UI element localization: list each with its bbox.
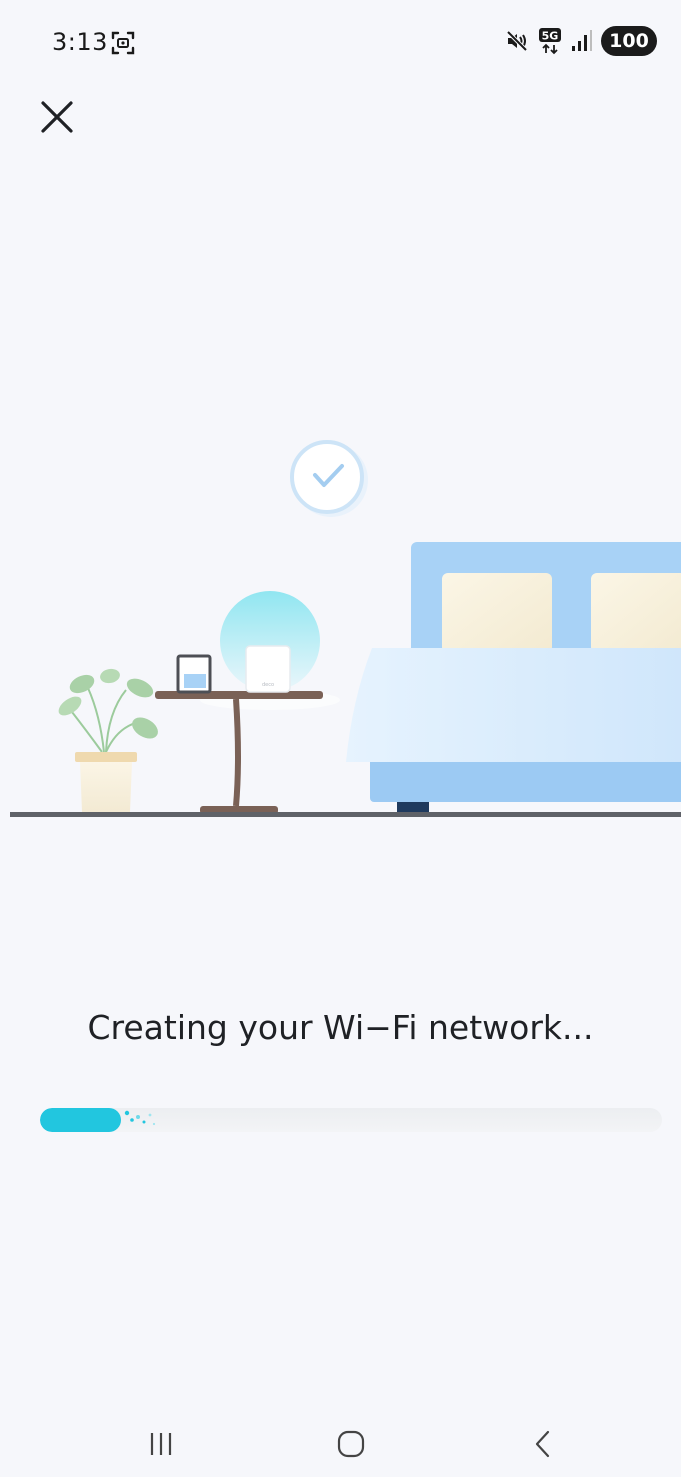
- navigation-bar: [0, 1400, 681, 1477]
- back-button[interactable]: [513, 1420, 573, 1468]
- recent-apps-button[interactable]: [131, 1420, 191, 1468]
- potted-plant: [58, 668, 158, 812]
- floor-line: [10, 812, 681, 817]
- status-bar: 3:13 5G 100: [0, 0, 681, 86]
- side-table: deco: [155, 591, 340, 814]
- bed: [346, 542, 681, 814]
- svg-text:deco: deco: [262, 682, 274, 688]
- back-icon: [535, 1430, 550, 1458]
- progress-fill: [40, 1108, 121, 1132]
- photo-frame-icon: [176, 654, 212, 694]
- status-time: 3:13: [52, 28, 108, 56]
- wall-clock-icon: [290, 440, 368, 517]
- screenshot-icon: [111, 31, 135, 55]
- status-message: Creating your Wi−Fi network...: [87, 1008, 594, 1047]
- progress-bar: [40, 1108, 662, 1132]
- network-type-label: 5G: [542, 30, 559, 43]
- home-button[interactable]: [321, 1420, 381, 1468]
- 5g-icon: 5G: [539, 28, 561, 55]
- signal-icon: [572, 30, 592, 51]
- battery-icon: 100: [601, 26, 657, 56]
- close-icon: [41, 101, 73, 133]
- progress-sparkle-icon: [124, 1110, 156, 1126]
- recent-apps-icon: [150, 1433, 172, 1455]
- bedroom-illustration: deco: [10, 440, 681, 817]
- status-icons: 5G 100: [505, 26, 657, 56]
- mute-icon: [506, 30, 528, 52]
- close-button[interactable]: [34, 94, 80, 140]
- home-icon: [337, 1430, 365, 1458]
- setup-screen: 3:13 5G 100 deco Creating your Wi−Fi net…: [0, 0, 681, 1477]
